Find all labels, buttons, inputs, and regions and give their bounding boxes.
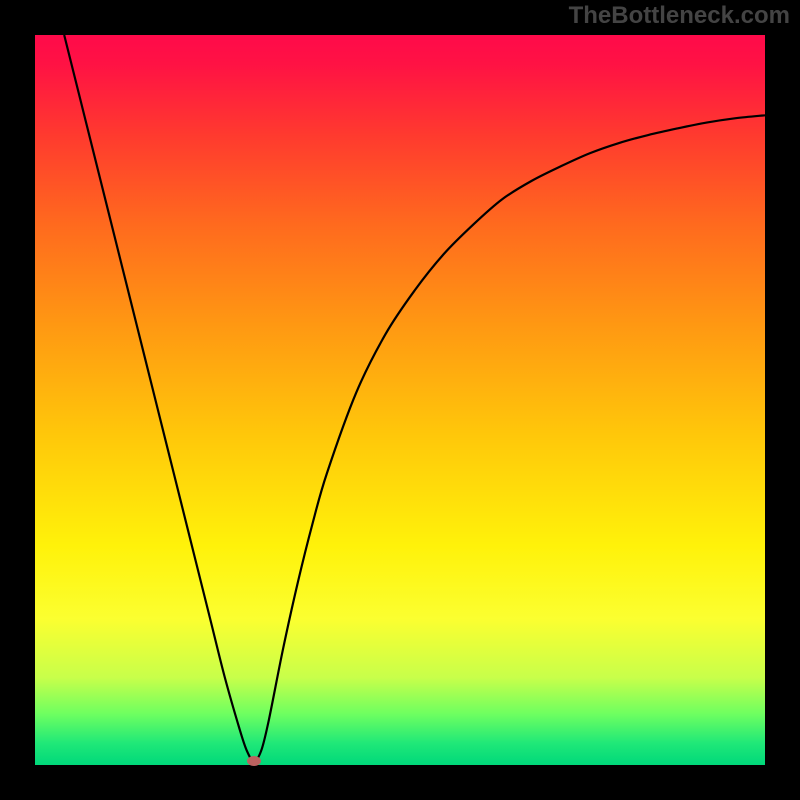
plot-area — [35, 35, 765, 765]
bottleneck-curve — [35, 35, 765, 765]
chart-frame: TheBottleneck.com — [0, 0, 800, 800]
curve-path — [64, 35, 765, 761]
watermark-text: TheBottleneck.com — [569, 2, 790, 30]
minimum-marker — [247, 756, 261, 766]
